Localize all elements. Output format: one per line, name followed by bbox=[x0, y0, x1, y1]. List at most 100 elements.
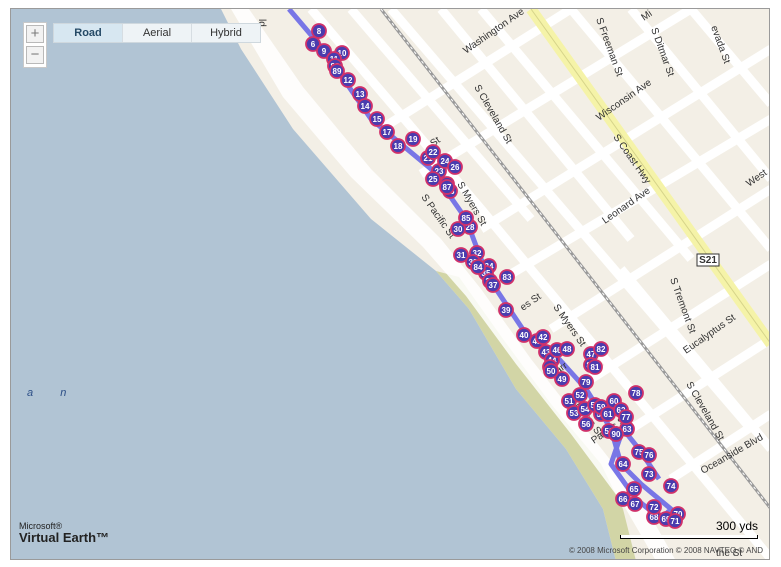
route-marker-number: 22 bbox=[429, 148, 438, 157]
route-marker-number: 78 bbox=[632, 389, 641, 398]
route-marker[interactable]: 17 bbox=[379, 124, 395, 140]
scale-label: 300 yds bbox=[715, 519, 758, 533]
route-marker-number: 64 bbox=[619, 460, 628, 469]
copyright-notice: © 2008 Microsoft Corporation © 2008 NAVT… bbox=[568, 546, 763, 555]
route-marker[interactable]: 22 bbox=[425, 144, 441, 160]
route-marker[interactable]: 15 bbox=[369, 111, 385, 127]
hybrid-mode-button[interactable]: Hybrid bbox=[192, 24, 260, 42]
zoom-out-button[interactable]: − bbox=[26, 46, 44, 64]
map-mode-switcher: Road Aerial Hybrid bbox=[53, 23, 261, 43]
route-marker-number: 48 bbox=[563, 345, 572, 354]
route-marker-number: 17 bbox=[383, 128, 392, 137]
virtual-earth-logo[interactable]: Microsoft® Virtual Earth™ bbox=[19, 521, 109, 545]
route-marker[interactable]: 14 bbox=[357, 98, 373, 114]
map-frame[interactable]: ld Washington Ave S Freeman St S Ditmar St M… bbox=[10, 8, 770, 560]
aerial-mode-button[interactable]: Aerial bbox=[123, 24, 192, 42]
route-marker-number: 66 bbox=[619, 495, 628, 504]
route-marker-number: 73 bbox=[645, 470, 654, 479]
route-marker-number: 74 bbox=[667, 482, 676, 491]
zoom-in-button[interactable]: + bbox=[26, 25, 44, 43]
route-marker[interactable]: 19 bbox=[405, 131, 421, 147]
map-canvas[interactable]: ld Washington Ave S Freeman St S Ditmar StM… bbox=[11, 9, 770, 560]
route-marker-number: 83 bbox=[503, 273, 512, 282]
route-marker[interactable]: 67 bbox=[627, 496, 643, 512]
road-mode-button[interactable]: Road bbox=[54, 24, 123, 42]
route-marker[interactable]: 65 bbox=[626, 481, 642, 497]
route-marker-number: 87 bbox=[443, 183, 452, 192]
route-marker-number: 40 bbox=[520, 331, 529, 340]
route-marker-number: 90 bbox=[612, 430, 621, 439]
route-marker-number: 50 bbox=[547, 367, 556, 376]
route-marker[interactable]: 81 bbox=[587, 359, 603, 375]
route-marker-number: 30 bbox=[454, 225, 463, 234]
route-marker[interactable]: 56 bbox=[578, 416, 594, 432]
route-marker-number: 42 bbox=[539, 333, 548, 342]
route-marker[interactable]: 77 bbox=[618, 409, 634, 425]
route-marker-number: 37 bbox=[489, 281, 498, 290]
route-marker-number: 8 bbox=[317, 27, 322, 36]
route-marker-number: 79 bbox=[582, 378, 591, 387]
route-marker-number: 14 bbox=[361, 102, 370, 111]
route-marker[interactable]: 42 bbox=[535, 329, 551, 345]
route-marker[interactable]: 79 bbox=[578, 374, 594, 390]
route-marker[interactable]: 26 bbox=[447, 159, 463, 175]
route-marker[interactable]: 87 bbox=[439, 179, 455, 195]
route-marker[interactable]: 39 bbox=[498, 302, 514, 318]
route-marker[interactable]: 74 bbox=[663, 478, 679, 494]
route-marker-number: 39 bbox=[502, 306, 511, 315]
route-marker[interactable]: 73 bbox=[641, 466, 657, 482]
route-marker[interactable]: 85 bbox=[458, 210, 474, 226]
route-marker-number: 6 bbox=[311, 40, 316, 49]
route-marker[interactable]: 82 bbox=[593, 341, 609, 357]
route-marker-number: 67 bbox=[631, 500, 640, 509]
route-marker-number: 76 bbox=[645, 451, 654, 460]
route-marker[interactable]: 83 bbox=[499, 269, 515, 285]
sea-label-1: a bbox=[27, 387, 34, 399]
route-marker-number: 81 bbox=[591, 363, 600, 372]
route-marker-number: 19 bbox=[409, 135, 418, 144]
route-marker-number: 82 bbox=[597, 345, 606, 354]
route-marker-number: 25 bbox=[429, 175, 438, 184]
route-marker-number: 13 bbox=[356, 90, 365, 99]
route-marker-number: 52 bbox=[576, 391, 585, 400]
route-marker[interactable]: 40 bbox=[516, 327, 532, 343]
route-marker-number: 72 bbox=[650, 503, 659, 512]
route-marker-number: 89 bbox=[333, 67, 342, 76]
scale-bar bbox=[620, 535, 758, 539]
route-marker[interactable]: 89 bbox=[329, 63, 345, 79]
route-marker[interactable]: 78 bbox=[628, 385, 644, 401]
route-marker[interactable]: 90 bbox=[608, 426, 624, 442]
route-marker[interactable]: 84 bbox=[470, 259, 486, 275]
route-marker-number: 63 bbox=[623, 425, 632, 434]
route-marker[interactable]: 72 bbox=[646, 499, 662, 515]
route-marker[interactable]: 37 bbox=[485, 277, 501, 293]
route-shield: S21 bbox=[696, 253, 720, 267]
route-marker[interactable]: 64 bbox=[615, 456, 631, 472]
route-shield-label: S21 bbox=[699, 255, 717, 266]
route-marker-number: 71 bbox=[671, 517, 680, 526]
route-marker-number: 77 bbox=[622, 413, 631, 422]
route-marker-number: 85 bbox=[462, 214, 471, 223]
sea-labels: a n bbox=[27, 387, 90, 399]
route-marker[interactable]: 76 bbox=[641, 447, 657, 463]
route-marker[interactable]: 71 bbox=[667, 513, 683, 529]
route-marker-number: 49 bbox=[558, 375, 567, 384]
zoom-control: + − bbox=[23, 22, 47, 68]
route-marker[interactable]: 8 bbox=[311, 23, 327, 39]
route-marker[interactable]: 61 bbox=[600, 406, 616, 422]
route-marker-number: 65 bbox=[630, 485, 639, 494]
brand-virtual-earth: Virtual Earth™ bbox=[19, 530, 110, 545]
route-marker[interactable]: 25 bbox=[425, 171, 441, 187]
route-marker[interactable]: 48 bbox=[559, 341, 575, 357]
route-marker[interactable]: 18 bbox=[390, 138, 406, 154]
route-marker-number: 56 bbox=[582, 420, 591, 429]
route-marker-number: 61 bbox=[604, 410, 613, 419]
route-marker-number: 15 bbox=[373, 115, 382, 124]
route-marker[interactable]: 50 bbox=[543, 363, 559, 379]
route-marker[interactable]: 52 bbox=[572, 387, 588, 403]
route-marker-number: 9 bbox=[322, 47, 327, 56]
route-marker-number: 31 bbox=[457, 251, 466, 260]
route-marker-number: 84 bbox=[474, 263, 483, 272]
route-marker-number: 51 bbox=[565, 397, 574, 406]
route-marker-number: 18 bbox=[394, 142, 403, 151]
